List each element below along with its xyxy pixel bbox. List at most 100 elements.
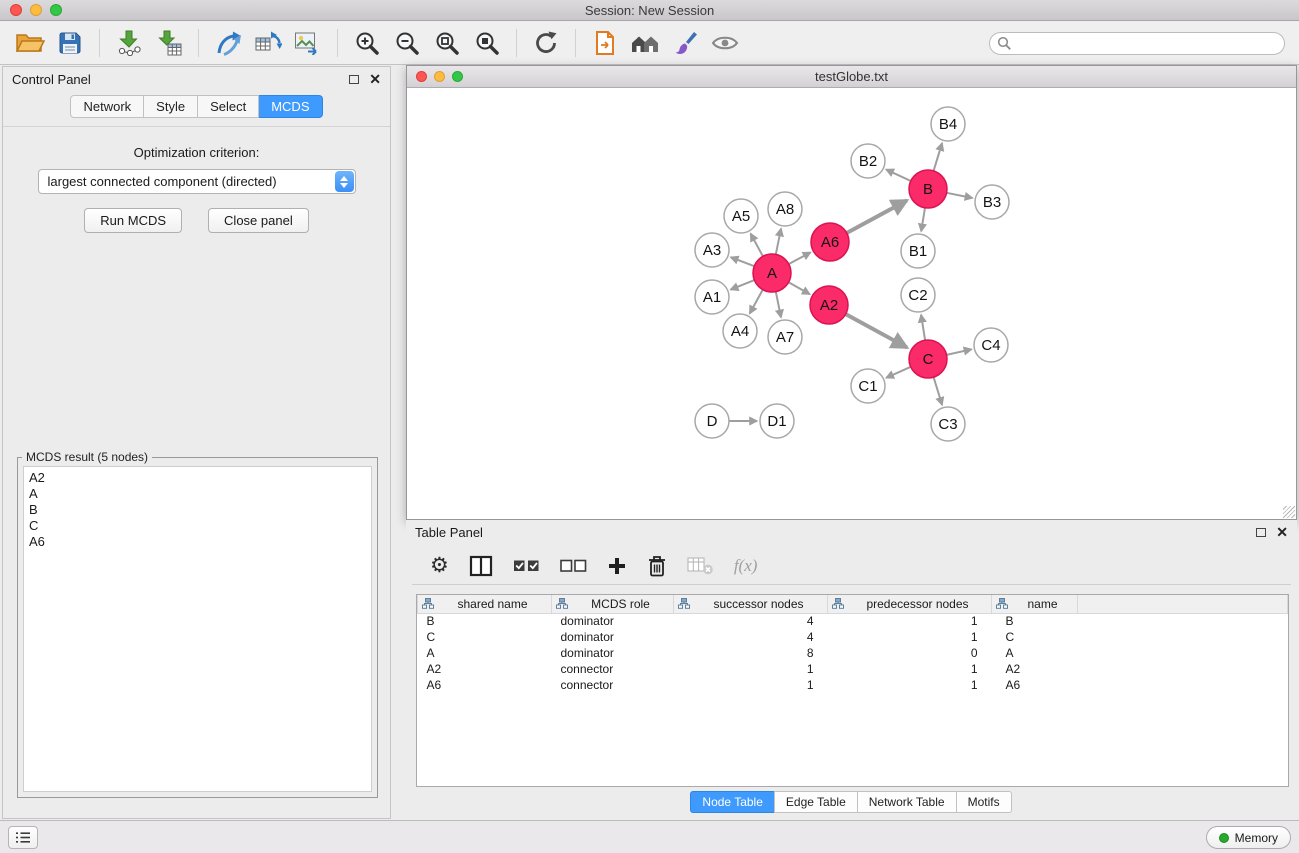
new-network-from-table-button[interactable] — [248, 25, 288, 61]
column-header-successor-nodes[interactable]: successor nodes — [674, 595, 828, 613]
graph-node-A2[interactable]: A2 — [810, 286, 848, 324]
apply-style-button[interactable] — [665, 25, 705, 61]
graph-edge-A-A7[interactable] — [776, 292, 781, 318]
graph-edge-A-A2[interactable] — [789, 282, 810, 294]
graph-node-D[interactable]: D — [695, 404, 729, 438]
table-row-A2[interactable]: A2connector11A2 — [418, 661, 1288, 677]
delete-table-button[interactable] — [687, 551, 714, 581]
zoom-out-button[interactable] — [387, 25, 427, 61]
graph-node-C1[interactable]: C1 — [851, 369, 885, 403]
graph-node-C4[interactable]: C4 — [974, 328, 1008, 362]
zoom-selected-region-button[interactable] — [467, 25, 507, 61]
column-header-name[interactable]: name — [992, 595, 1078, 613]
deselect-all-rows-button[interactable] — [560, 551, 587, 581]
graph-edge-C-C2[interactable] — [921, 315, 925, 340]
graph-edge-A-A8[interactable] — [776, 229, 781, 255]
table-row-C[interactable]: Cdominator41C — [418, 629, 1288, 645]
import-network-from-file-button[interactable] — [109, 25, 149, 61]
graph-node-A7[interactable]: A7 — [768, 320, 802, 354]
show-column-panel-button[interactable] — [469, 551, 493, 581]
graph-node-A5[interactable]: A5 — [724, 199, 758, 233]
criterion-dropdown[interactable]: largest connected component (directed) — [38, 169, 356, 194]
graph-node-A1[interactable]: A1 — [695, 280, 729, 314]
import-table-from-file-button[interactable] — [149, 25, 189, 61]
table-row-B[interactable]: Bdominator41B — [418, 613, 1288, 629]
graph-node-A3[interactable]: A3 — [695, 233, 729, 267]
network-window-titlebar[interactable]: testGlobe.txt — [407, 66, 1296, 88]
network-graph[interactable]: B4 B2 B B3 A5 A8 A6 B1 A3 A C2 A1 A2 A4 A7 C4 C C1 C3 D D1 — [407, 89, 1296, 519]
graph-node-B4[interactable]: B4 — [931, 107, 965, 141]
graph-node-B3[interactable]: B3 — [975, 185, 1009, 219]
graph-node-C3[interactable]: C3 — [931, 407, 965, 441]
mcds-result-item[interactable]: A6 — [29, 534, 366, 550]
tab-network[interactable]: Network — [70, 95, 144, 118]
mcds-result-item[interactable]: C — [29, 518, 366, 534]
graph-edge-A-A6[interactable] — [789, 252, 811, 264]
tab-network-table[interactable]: Network Table — [857, 791, 957, 813]
run-mcds-button[interactable]: Run MCDS — [84, 208, 182, 233]
mcds-result-item[interactable]: B — [29, 502, 366, 518]
first-neighbors-button[interactable] — [625, 25, 665, 61]
close-panel-icon[interactable]: ✕ — [369, 74, 381, 84]
mcds-result-item[interactable]: A2 — [29, 470, 366, 486]
graph-edge-B-B3[interactable] — [947, 193, 973, 198]
graph-node-A4[interactable]: A4 — [723, 314, 757, 348]
zoom-fit-content-button[interactable] — [427, 25, 467, 61]
create-new-column-button[interactable] — [607, 551, 627, 581]
float-panel-icon[interactable] — [349, 75, 359, 84]
mcds-result-item[interactable]: A — [29, 486, 366, 502]
graph-node-C[interactable]: C — [909, 340, 947, 378]
delete-column-button[interactable] — [647, 551, 667, 581]
mcds-result-list[interactable]: A2ABCA6 — [23, 466, 372, 792]
graph-edge-C-C1[interactable] — [886, 367, 911, 378]
tab-mcds[interactable]: MCDS — [259, 95, 322, 118]
save-session-button[interactable] — [50, 25, 90, 61]
graph-node-D1[interactable]: D1 — [760, 404, 794, 438]
zoom-in-button[interactable] — [347, 25, 387, 61]
maximize-network-window-icon[interactable] — [452, 71, 463, 82]
graph-node-C2[interactable]: C2 — [901, 278, 935, 312]
graph-node-B2[interactable]: B2 — [851, 144, 885, 178]
graph-node-A8[interactable]: A8 — [768, 192, 802, 226]
graph-edge-C-C4[interactable] — [947, 349, 972, 355]
new-network-button[interactable] — [208, 25, 248, 61]
open-document-button[interactable] — [585, 25, 625, 61]
select-all-rows-button[interactable] — [513, 551, 540, 581]
dropdown-stepper-icon[interactable] — [335, 171, 354, 192]
tab-node-table[interactable]: Node Table — [690, 791, 775, 813]
function-builder-button[interactable]: f(x) — [734, 551, 758, 581]
search-input[interactable] — [989, 32, 1285, 55]
column-header-mcds-role[interactable]: MCDS role — [552, 595, 674, 613]
graph-edge-A-A4[interactable] — [750, 290, 763, 314]
table-settings-button[interactable]: ⚙ — [430, 551, 449, 581]
open-session-button[interactable] — [10, 25, 50, 61]
tab-motifs[interactable]: Motifs — [956, 791, 1012, 813]
panel-menu-button[interactable] — [8, 826, 38, 849]
close-network-window-icon[interactable] — [416, 71, 427, 82]
graph-edge-B-B2[interactable] — [886, 170, 911, 182]
export-image-button[interactable] — [288, 25, 328, 61]
graph-node-A6[interactable]: A6 — [811, 223, 849, 261]
close-table-panel-icon[interactable]: ✕ — [1276, 527, 1288, 537]
memory-button[interactable]: Memory — [1206, 826, 1291, 849]
graph-node-A[interactable]: A — [753, 254, 791, 292]
float-table-panel-icon[interactable] — [1256, 528, 1266, 537]
graph-edge-A-A3[interactable] — [731, 257, 755, 266]
refresh-view-button[interactable] — [526, 25, 566, 61]
column-header-predecessor-nodes[interactable]: predecessor nodes — [828, 595, 992, 613]
minimize-network-window-icon[interactable] — [434, 71, 445, 82]
graph-node-B[interactable]: B — [909, 170, 947, 208]
graph-edge-B-B4[interactable] — [934, 143, 943, 171]
graph-edge-A-A5[interactable] — [751, 234, 763, 257]
tab-style[interactable]: Style — [144, 95, 198, 118]
column-header-shared-name[interactable]: shared name — [418, 595, 552, 613]
minimize-window-icon[interactable] — [30, 4, 42, 16]
resize-grip[interactable] — [1283, 506, 1295, 518]
graph-edge-B-B1[interactable] — [921, 208, 925, 232]
graph-node-B1[interactable]: B1 — [901, 234, 935, 268]
tab-select[interactable]: Select — [198, 95, 259, 118]
close-window-icon[interactable] — [10, 4, 22, 16]
tab-edge-table[interactable]: Edge Table — [774, 791, 858, 813]
graph-edge-A-A1[interactable] — [731, 280, 755, 290]
network-canvas[interactable]: B4 B2 B B3 A5 A8 A6 B1 A3 A C2 A1 A2 A4 A7 C4 C C1 C3 D D1 — [407, 89, 1296, 519]
